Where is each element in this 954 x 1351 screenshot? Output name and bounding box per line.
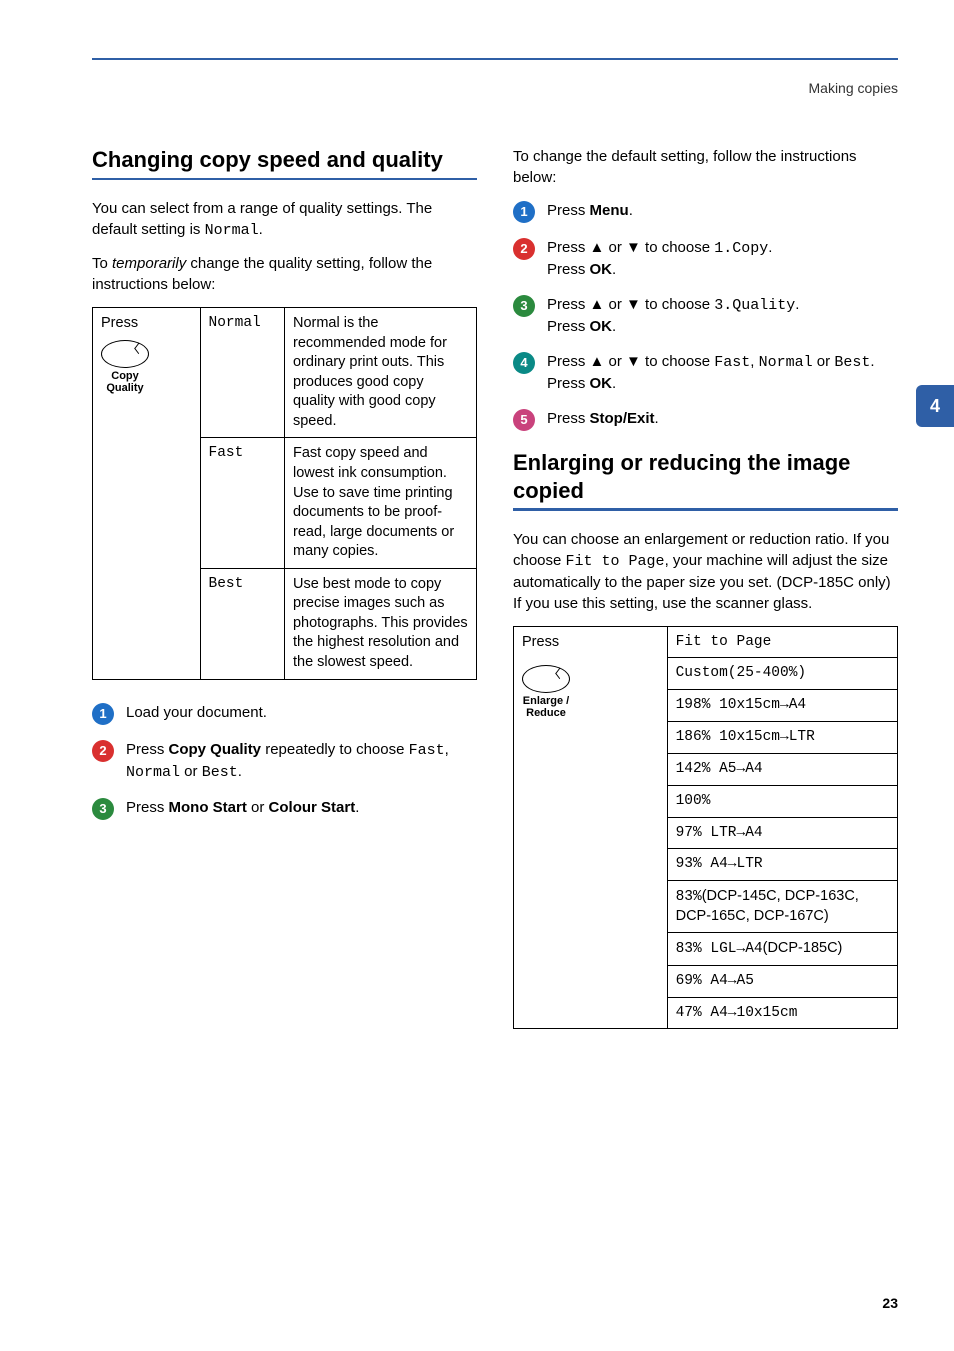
- rstep-5: Press Stop/Exit.: [547, 408, 898, 429]
- ratio-row-9: 83% LGL→A4(DCP-185C): [667, 932, 897, 965]
- left-column: Changing copy speed and quality You can …: [92, 146, 477, 1029]
- ratio-row-11: 47% A4→10x15cm: [667, 997, 897, 1029]
- step-badge-3: 3: [92, 798, 114, 820]
- intro-1: You can select from a range of quality s…: [92, 198, 477, 241]
- header-category: Making copies: [809, 80, 899, 96]
- rstep-badge-5: 5: [513, 409, 535, 431]
- step-badge-1: 1: [92, 703, 114, 725]
- ratio-row-8: 83%(DCP-145C, DCP-163C, DCP-165C, DCP-16…: [667, 881, 897, 933]
- rstep-badge-2: 2: [513, 238, 535, 260]
- default-steps: 1 Press Menu. 2 Press ▲ or ▼ to choose 1…: [513, 200, 898, 431]
- enlarge-para: You can choose an enlargement or reducti…: [513, 529, 898, 614]
- right-column: To change the default setting, follow th…: [513, 146, 898, 1029]
- page-number: 23: [882, 1295, 898, 1311]
- section-rule-2: [513, 508, 898, 511]
- press-label: Press: [101, 314, 192, 334]
- option-normal: Normal: [200, 308, 284, 438]
- option-best: Best: [200, 568, 284, 679]
- ratio-row-10: 69% A4→A5: [667, 965, 897, 997]
- top-rule: [92, 58, 898, 60]
- ratio-row-4: 142% A5→A4: [667, 753, 897, 785]
- rstep-4: Press ▲ or ▼ to choose Fast, Normal or B…: [547, 351, 898, 394]
- ratio-press-label: Press: [522, 633, 659, 652]
- desc-normal: Normal is the recommended mode for ordin…: [284, 308, 476, 438]
- ratio-row-1: Custom(25-400%): [667, 658, 897, 690]
- ratio-row-6: 97% LTR→A4: [667, 817, 897, 849]
- ratio-table: Press Enlarge /Reduce Fit to Page Custom…: [513, 626, 898, 1030]
- ratio-row-0: Fit to Page: [667, 626, 897, 658]
- rstep-3: Press ▲ or ▼ to choose 3.Quality. Press …: [547, 294, 898, 337]
- copy-quality-button-icon: CopyQuality: [101, 340, 149, 394]
- heading-copy-speed: Changing copy speed and quality: [92, 146, 477, 174]
- intro-2: To temporarily change the quality settin…: [92, 253, 477, 295]
- temp-steps: 1 Load your document. 2 Press Copy Quali…: [92, 702, 477, 820]
- right-intro: To change the default setting, follow th…: [513, 146, 898, 188]
- option-fast: Fast: [200, 438, 284, 568]
- ratio-row-5: 100%: [667, 785, 897, 817]
- rstep-badge-3: 3: [513, 295, 535, 317]
- rstep-2: Press ▲ or ▼ to choose 1.Copy. Press OK.: [547, 237, 898, 280]
- ratio-row-3: 186% 10x15cm→LTR: [667, 722, 897, 754]
- rstep-badge-1: 1: [513, 201, 535, 223]
- rstep-1: Press Menu.: [547, 200, 898, 221]
- quality-table: Press CopyQuality Normal Normal is the r…: [92, 307, 477, 680]
- desc-best: Use best mode to copy precise images suc…: [284, 568, 476, 679]
- ratio-row-2: 198% 10x15cm→A4: [667, 690, 897, 722]
- chapter-tab: 4: [916, 385, 954, 427]
- step-badge-2: 2: [92, 740, 114, 762]
- section-rule: [92, 178, 477, 181]
- step-1: Load your document.: [126, 702, 477, 723]
- rstep-badge-4: 4: [513, 352, 535, 374]
- ratio-row-7: 93% A4→LTR: [667, 849, 897, 881]
- step-2: Press Copy Quality repeatedly to choose …: [126, 739, 477, 783]
- enlarge-reduce-button-icon: Enlarge /Reduce: [522, 665, 570, 719]
- heading-enlarge: Enlarging or reducing the image copied: [513, 449, 898, 504]
- step-3: Press Mono Start or Colour Start.: [126, 797, 477, 818]
- desc-fast: Fast copy speed and lowest ink consumpti…: [284, 438, 476, 568]
